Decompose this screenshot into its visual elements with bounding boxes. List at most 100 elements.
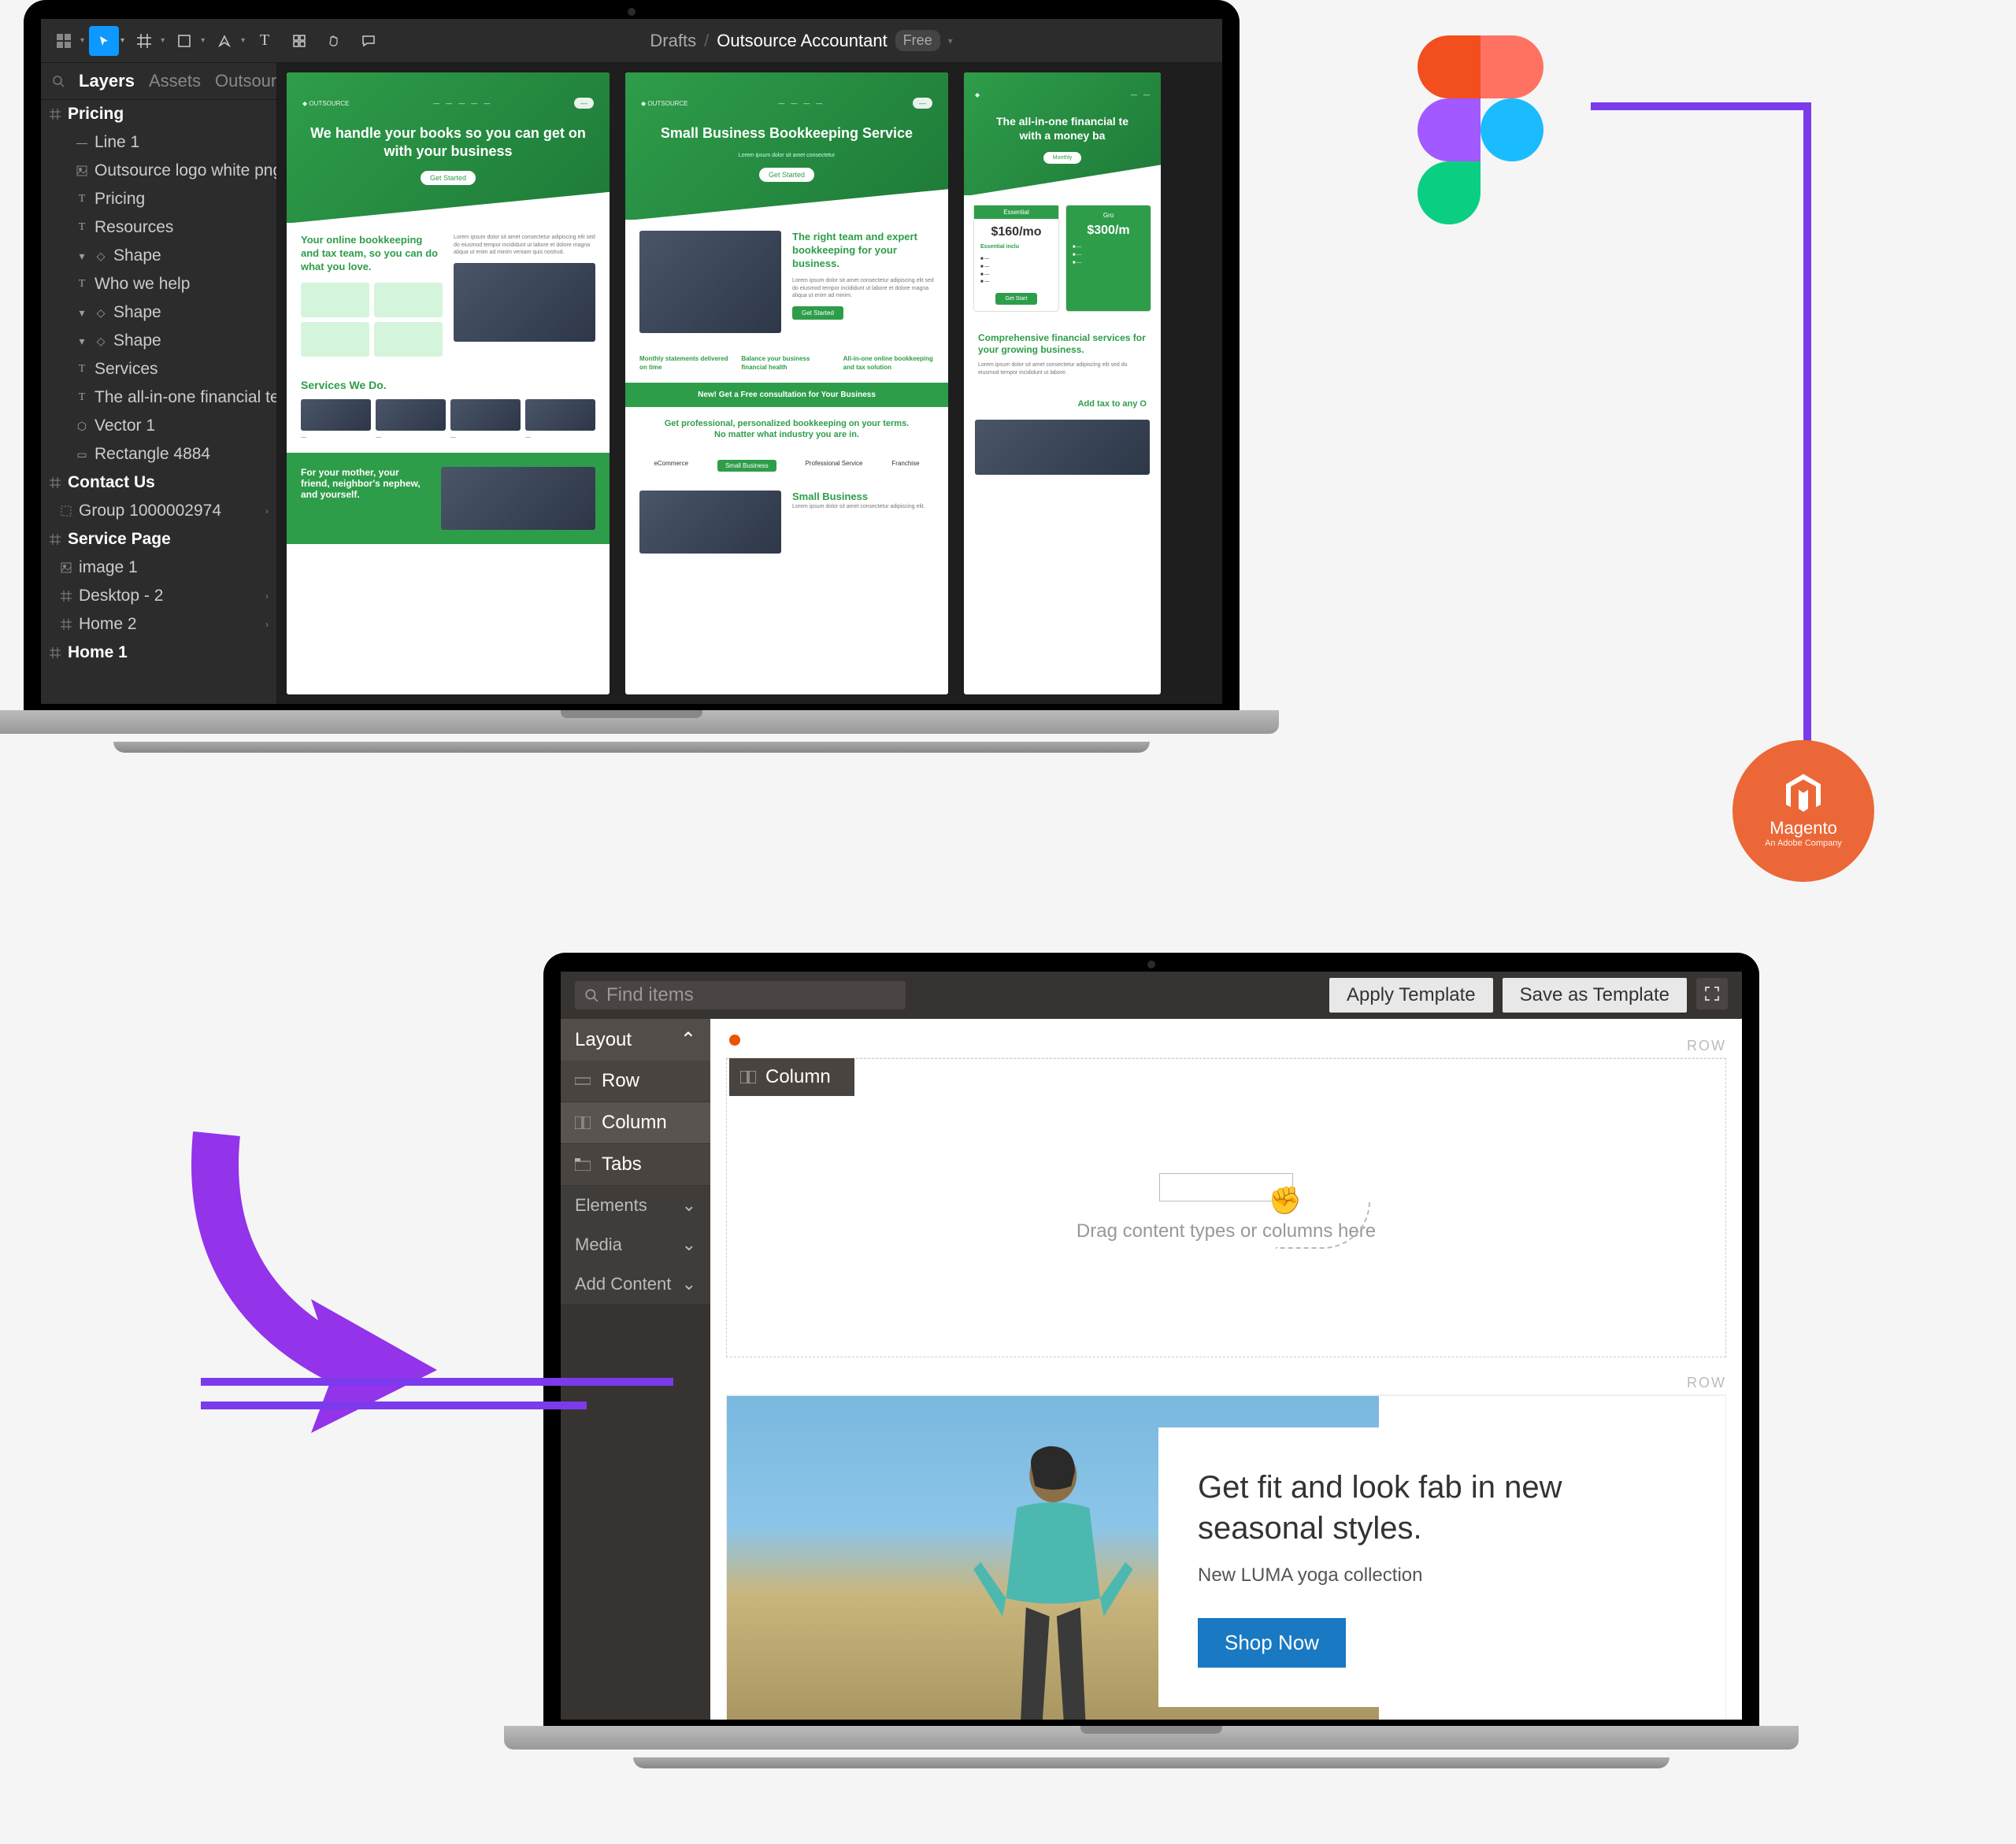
feat-list: ■ —■ —■ —■ — bbox=[980, 256, 1052, 286]
magento-sidebar: Layout ⌃ Row Column Tabs bbox=[561, 1019, 710, 1720]
layer-row[interactable]: Contact Us bbox=[41, 468, 276, 497]
thumb: — bbox=[450, 399, 521, 442]
layer-row[interactable]: Service Page bbox=[41, 525, 276, 554]
sidebar-tabs: Layers Assets Outsour… ▾ bbox=[41, 63, 276, 100]
plan-essential: Essential $160/mo Essential inclu ■ —■ —… bbox=[973, 205, 1059, 311]
magento-body: Layout ⌃ Row Column Tabs bbox=[561, 1019, 1742, 1720]
layer-row[interactable]: ▭Rectangle 4884 bbox=[41, 440, 276, 468]
pen-tool-button[interactable] bbox=[209, 26, 239, 56]
layer-label: Vector 1 bbox=[94, 417, 155, 435]
laptop-base bbox=[504, 1726, 1799, 1750]
section-text: Lorem ipsum dolor sit amet consectetur a… bbox=[792, 277, 934, 300]
layer-row[interactable]: ▾◇Shape bbox=[41, 327, 276, 355]
thumb: — bbox=[301, 399, 371, 442]
save-template-button[interactable]: Save as Template bbox=[1503, 978, 1687, 1013]
chevron-down-icon: ▾ bbox=[241, 36, 245, 45]
column-drag-ghost[interactable]: Column bbox=[729, 1058, 854, 1096]
chevron-down-icon: ▾ bbox=[76, 250, 88, 262]
sidebar-item-column[interactable]: Column bbox=[561, 1102, 710, 1144]
industry-tabs: eCommerce Small Business Professional Se… bbox=[625, 452, 948, 480]
comment-tool-button[interactable] bbox=[354, 26, 384, 56]
ghost-label: Column bbox=[765, 1066, 831, 1088]
plan-growth: Gro $300/m ■ —■ —■ — bbox=[1065, 205, 1151, 311]
bottom-image bbox=[975, 420, 1150, 475]
fullscreen-button[interactable] bbox=[1696, 978, 1728, 1009]
chevron-down-icon: ▾ bbox=[161, 36, 165, 45]
hand-tool-button[interactable] bbox=[319, 26, 349, 56]
apply-template-button[interactable]: Apply Template bbox=[1329, 978, 1493, 1013]
tab-layers[interactable]: Layers bbox=[79, 71, 135, 91]
search-input[interactable]: Find items bbox=[575, 981, 906, 1009]
panel-elements[interactable]: Elements ⌄ bbox=[561, 1186, 710, 1225]
content-row[interactable]: Get fit and look fab in new seasonal sty… bbox=[726, 1395, 1726, 1720]
cta-banner: New! Get a Free consultation for Your Bu… bbox=[625, 383, 948, 407]
shape-tool-button[interactable] bbox=[169, 26, 199, 56]
frame-icon bbox=[49, 533, 61, 546]
sidebar-item-tabs[interactable]: Tabs bbox=[561, 1144, 710, 1186]
layer-label: Desktop - 2 bbox=[79, 587, 163, 605]
chevron-up-icon: ⌃ bbox=[680, 1028, 696, 1051]
connector-bracket bbox=[1591, 102, 1811, 764]
layer-row[interactable]: ▾◇Shape bbox=[41, 242, 276, 270]
chevron-right-icon: › bbox=[265, 591, 269, 602]
layer-row[interactable]: image 1 bbox=[41, 554, 276, 582]
text-tool-button[interactable]: T bbox=[250, 26, 280, 56]
layer-label: Home 1 bbox=[68, 643, 128, 662]
layer-row[interactable]: Home 2› bbox=[41, 610, 276, 639]
panel-media[interactable]: Media ⌄ bbox=[561, 1225, 710, 1265]
drafts-label[interactable]: Drafts bbox=[650, 31, 696, 51]
hero-title: Small Business Bookkeeping Service bbox=[641, 124, 932, 143]
move-tool-button[interactable] bbox=[89, 26, 119, 56]
tabs-icon bbox=[575, 1158, 591, 1171]
layer-row[interactable]: TPricing bbox=[41, 185, 276, 213]
file-name[interactable]: Outsource Accountant bbox=[717, 31, 887, 51]
hero-title: The all-in-one financial te with a money… bbox=[975, 114, 1150, 143]
figma-canvas[interactable]: ◆ OUTSOURCE ————— — We handle your books… bbox=[277, 63, 1222, 704]
layer-row[interactable]: Home 1 bbox=[41, 639, 276, 667]
layer-row[interactable]: Outsource logo white png 1 bbox=[41, 157, 276, 185]
layer-row[interactable]: TWho we help bbox=[41, 270, 276, 298]
search-icon[interactable] bbox=[52, 75, 65, 87]
laptop-screen: ▾ ▾ ▾ ▾ ▾ T bbox=[24, 0, 1240, 710]
panel-label: Layout bbox=[575, 1029, 632, 1051]
layer-row[interactable]: TThe all-in-one financial team y… bbox=[41, 383, 276, 412]
layer-label: Service Page bbox=[68, 530, 171, 549]
chevron-down-icon: ⌄ bbox=[682, 1274, 696, 1294]
chevron-down-icon[interactable]: ▾ bbox=[948, 35, 953, 46]
artboard-home[interactable]: ◆ OUTSOURCE ————— — We handle your books… bbox=[287, 72, 610, 694]
vector-icon: ⬡ bbox=[76, 420, 88, 432]
layer-row[interactable]: TResources bbox=[41, 213, 276, 242]
text-icon: T bbox=[76, 363, 88, 376]
magento-canvas[interactable]: ROW Column ✊ Drag content types or colum… bbox=[710, 1019, 1742, 1720]
tab: eCommerce bbox=[654, 460, 688, 472]
shop-now-button[interactable]: Shop Now bbox=[1198, 1618, 1346, 1668]
artboard-service[interactable]: ◆ OUTSOURCE ———— — Small Business Bookke… bbox=[625, 72, 948, 694]
layer-row[interactable]: ▾◇Shape bbox=[41, 298, 276, 327]
tab-assets[interactable]: Assets bbox=[149, 71, 201, 91]
panel-add-content[interactable]: Add Content ⌄ bbox=[561, 1265, 710, 1304]
layer-label: image 1 bbox=[79, 558, 138, 577]
logo-placeholder: ◆ bbox=[975, 91, 980, 98]
artboard-pricing[interactable]: ◆ —— The all-in-one financial te with a … bbox=[964, 72, 1161, 694]
shape-icon: ◇ bbox=[94, 335, 107, 347]
resources-tool-button[interactable] bbox=[284, 26, 314, 56]
text-icon: T bbox=[76, 193, 88, 206]
layer-row[interactable]: Group 1000002974› bbox=[41, 497, 276, 525]
layer-row[interactable]: Pricing bbox=[41, 100, 276, 128]
layer-row[interactable]: —Line 1 bbox=[41, 128, 276, 157]
frame-tool-button[interactable] bbox=[129, 26, 159, 56]
figma-body: Layers Assets Outsour… ▾ Pricing—Line 1O… bbox=[41, 63, 1222, 704]
frame-icon bbox=[49, 646, 61, 659]
panel-layout[interactable]: Layout ⌃ bbox=[561, 1019, 710, 1061]
layer-row[interactable]: Desktop - 2 › bbox=[41, 582, 276, 610]
figma-menu-button[interactable] bbox=[49, 26, 79, 56]
intro-cards bbox=[301, 322, 443, 357]
tab-active: Small Business bbox=[717, 460, 776, 472]
layer-row[interactable]: ⬡ Vector 1 bbox=[41, 412, 276, 440]
thumb: — bbox=[376, 399, 446, 442]
layer-row[interactable]: TServices bbox=[41, 355, 276, 383]
layer-list[interactable]: Pricing—Line 1Outsource logo white png 1… bbox=[41, 100, 276, 704]
drop-zone[interactable]: ✊ Drag content types or columns here bbox=[726, 1058, 1726, 1357]
sidebar-item-row[interactable]: Row bbox=[561, 1061, 710, 1102]
chevron-down-icon: ⌄ bbox=[682, 1235, 696, 1255]
